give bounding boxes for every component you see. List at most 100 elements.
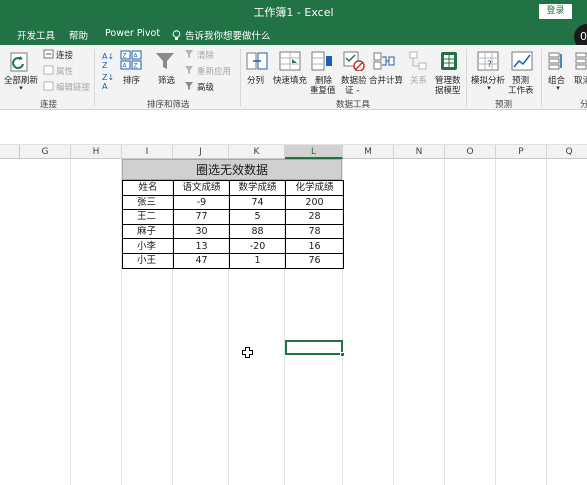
table-cell[interactable]: 5 [229, 209, 286, 225]
table-cell[interactable]: 78 [285, 223, 344, 240]
table-cell[interactable]: 200 [285, 194, 344, 211]
column-header-i[interactable]: I [122, 145, 173, 159]
properties-button[interactable]: 属性 [56, 65, 73, 77]
group-icon [548, 52, 562, 70]
column-header-n[interactable]: N [394, 145, 445, 159]
advanced-filter-button[interactable]: 高级 [197, 81, 214, 93]
remove-duplicates-icon [311, 51, 332, 71]
data-validation-label-2[interactable]: 证 - [345, 84, 359, 96]
table-cell[interactable]: 小王 [122, 252, 174, 269]
tab-developer[interactable]: 开发工具 [17, 28, 55, 42]
data-validation-icon [343, 51, 365, 71]
clear-filter-icon [185, 50, 193, 58]
group-label-outline: 分 [580, 100, 587, 110]
formula-bar-area [0, 111, 587, 145]
column-header-h[interactable]: H [71, 145, 122, 159]
text-to-columns-icon [246, 52, 268, 70]
ungroup-button[interactable]: 取消 [574, 74, 587, 86]
group-separator [466, 49, 467, 106]
group-separator [94, 49, 95, 106]
text-to-columns-button[interactable]: 分列 [247, 74, 264, 86]
reapply-button[interactable]: 重新应用 [197, 65, 231, 77]
column-header-q[interactable]: Q [547, 145, 587, 159]
column-header-j[interactable]: J [173, 145, 229, 159]
group-label-data-tools: 数据工具 [336, 100, 371, 110]
lightbulb-icon [172, 30, 181, 40]
table-cell[interactable]: 30 [173, 223, 230, 240]
table-cell[interactable]: 1 [229, 252, 286, 269]
column-header-k[interactable]: K [229, 145, 285, 159]
group-separator [541, 49, 542, 106]
header-cell[interactable]: 语文成绩 [173, 180, 230, 196]
grid-line [393, 159, 394, 485]
relationships-icon [409, 51, 427, 70]
tell-me-text: 告诉我你想要做什么 [185, 31, 271, 42]
remove-duplicates-label-2: 重复值 [310, 86, 336, 96]
filter-icon [156, 53, 174, 69]
fill-handle[interactable] [340, 352, 345, 357]
forecast-sheet-icon [511, 51, 533, 71]
tell-me-search[interactable]: 告诉我你想要做什么 [172, 28, 271, 42]
table-cell[interactable]: 76 [285, 252, 344, 269]
flash-fill-button[interactable]: 快速填充 [273, 74, 307, 86]
properties-icon [43, 65, 54, 75]
select-all-corner[interactable] [0, 145, 20, 159]
filter-button[interactable]: 筛选 [158, 74, 175, 86]
table-cell[interactable]: -9 [173, 194, 230, 211]
sort-icon: ZA AZ [120, 50, 142, 70]
column-header-m[interactable]: M [343, 145, 394, 159]
table-cell[interactable]: 28 [285, 209, 344, 225]
advanced-filter-icon [185, 82, 193, 90]
connections-button[interactable]: 连接 [56, 49, 73, 61]
table-cell[interactable]: 88 [229, 223, 286, 240]
column-header-g[interactable]: G [20, 145, 71, 159]
table-header-row: 姓名 语文成绩 数学成绩 化学成绩 [122, 180, 344, 196]
table-cell[interactable]: 麻子 [122, 223, 174, 240]
table-row: 小李 13 -20 16 [122, 238, 344, 254]
header-cell[interactable]: 化学成绩 [285, 180, 344, 196]
header-cell[interactable]: 姓名 [122, 180, 174, 196]
connections-icon [43, 49, 54, 59]
refresh-dropdown-arrow[interactable]: ▾ [2, 84, 40, 92]
what-if-dropdown-arrow[interactable]: ▾ [471, 84, 507, 92]
refresh-all-icon [10, 52, 28, 72]
login-button[interactable]: 登录 [539, 4, 572, 19]
svg-text:Z: Z [134, 63, 138, 70]
sort-asc-icon[interactable]: A↓ Z [102, 52, 114, 70]
table-cell[interactable]: 王二 [122, 209, 174, 225]
consolidate-button[interactable]: 合并计算 [369, 74, 403, 86]
cell-cursor-icon [242, 347, 253, 358]
active-cell-selection[interactable] [285, 340, 345, 357]
table-cell[interactable]: 张三 [122, 194, 174, 211]
table-cell[interactable]: 74 [229, 194, 286, 211]
column-header-p[interactable]: P [496, 145, 547, 159]
tab-help[interactable]: 帮助 [69, 28, 88, 42]
table-cell[interactable]: 77 [173, 209, 230, 225]
sheet-title-cell[interactable]: 圈选无效数据 [122, 159, 342, 180]
table-row: 麻子 30 88 78 [122, 223, 344, 240]
table-cell[interactable]: -20 [229, 238, 286, 254]
table-cell[interactable]: 13 [173, 238, 230, 254]
table-cell[interactable]: 小李 [122, 238, 174, 254]
column-header-l[interactable]: L [285, 145, 343, 159]
relationships-button[interactable]: 关系 [410, 74, 427, 86]
group-label-forecast: 预测 [495, 100, 513, 110]
sort-desc-icon[interactable]: Z↓ A [102, 73, 114, 91]
clear-filter-button[interactable]: 清除 [197, 49, 214, 61]
column-header-o[interactable]: O [445, 145, 496, 159]
title-bar: 工作簿1 - Excel 登录 [0, 0, 587, 23]
tab-power-pivot[interactable]: Power Pivot [105, 28, 160, 39]
table-cell[interactable]: 16 [285, 238, 344, 254]
edit-links-button[interactable]: 编辑链接 [56, 81, 90, 93]
grid-line [70, 159, 71, 485]
column-headers: G H I J K L M N O P Q [0, 145, 587, 159]
svg-text:?: ? [487, 60, 492, 70]
group-dropdown-arrow[interactable]: ▾ [546, 84, 570, 92]
sort-button[interactable]: 排序 [123, 74, 140, 86]
table-cell[interactable]: 47 [173, 252, 230, 269]
window-title: 工作簿1 - Excel [253, 6, 334, 19]
header-cell[interactable]: 数学成绩 [229, 180, 286, 196]
group-label-connections: 连接 [40, 100, 58, 110]
ribbon: 全部刷新 ▾ 连接 属性 编辑链接 连接 A↓ Z Z↓ A ZA AZ 排序 筛选… [0, 45, 587, 110]
manage-data-model-label-2: 据模型 [435, 86, 461, 96]
